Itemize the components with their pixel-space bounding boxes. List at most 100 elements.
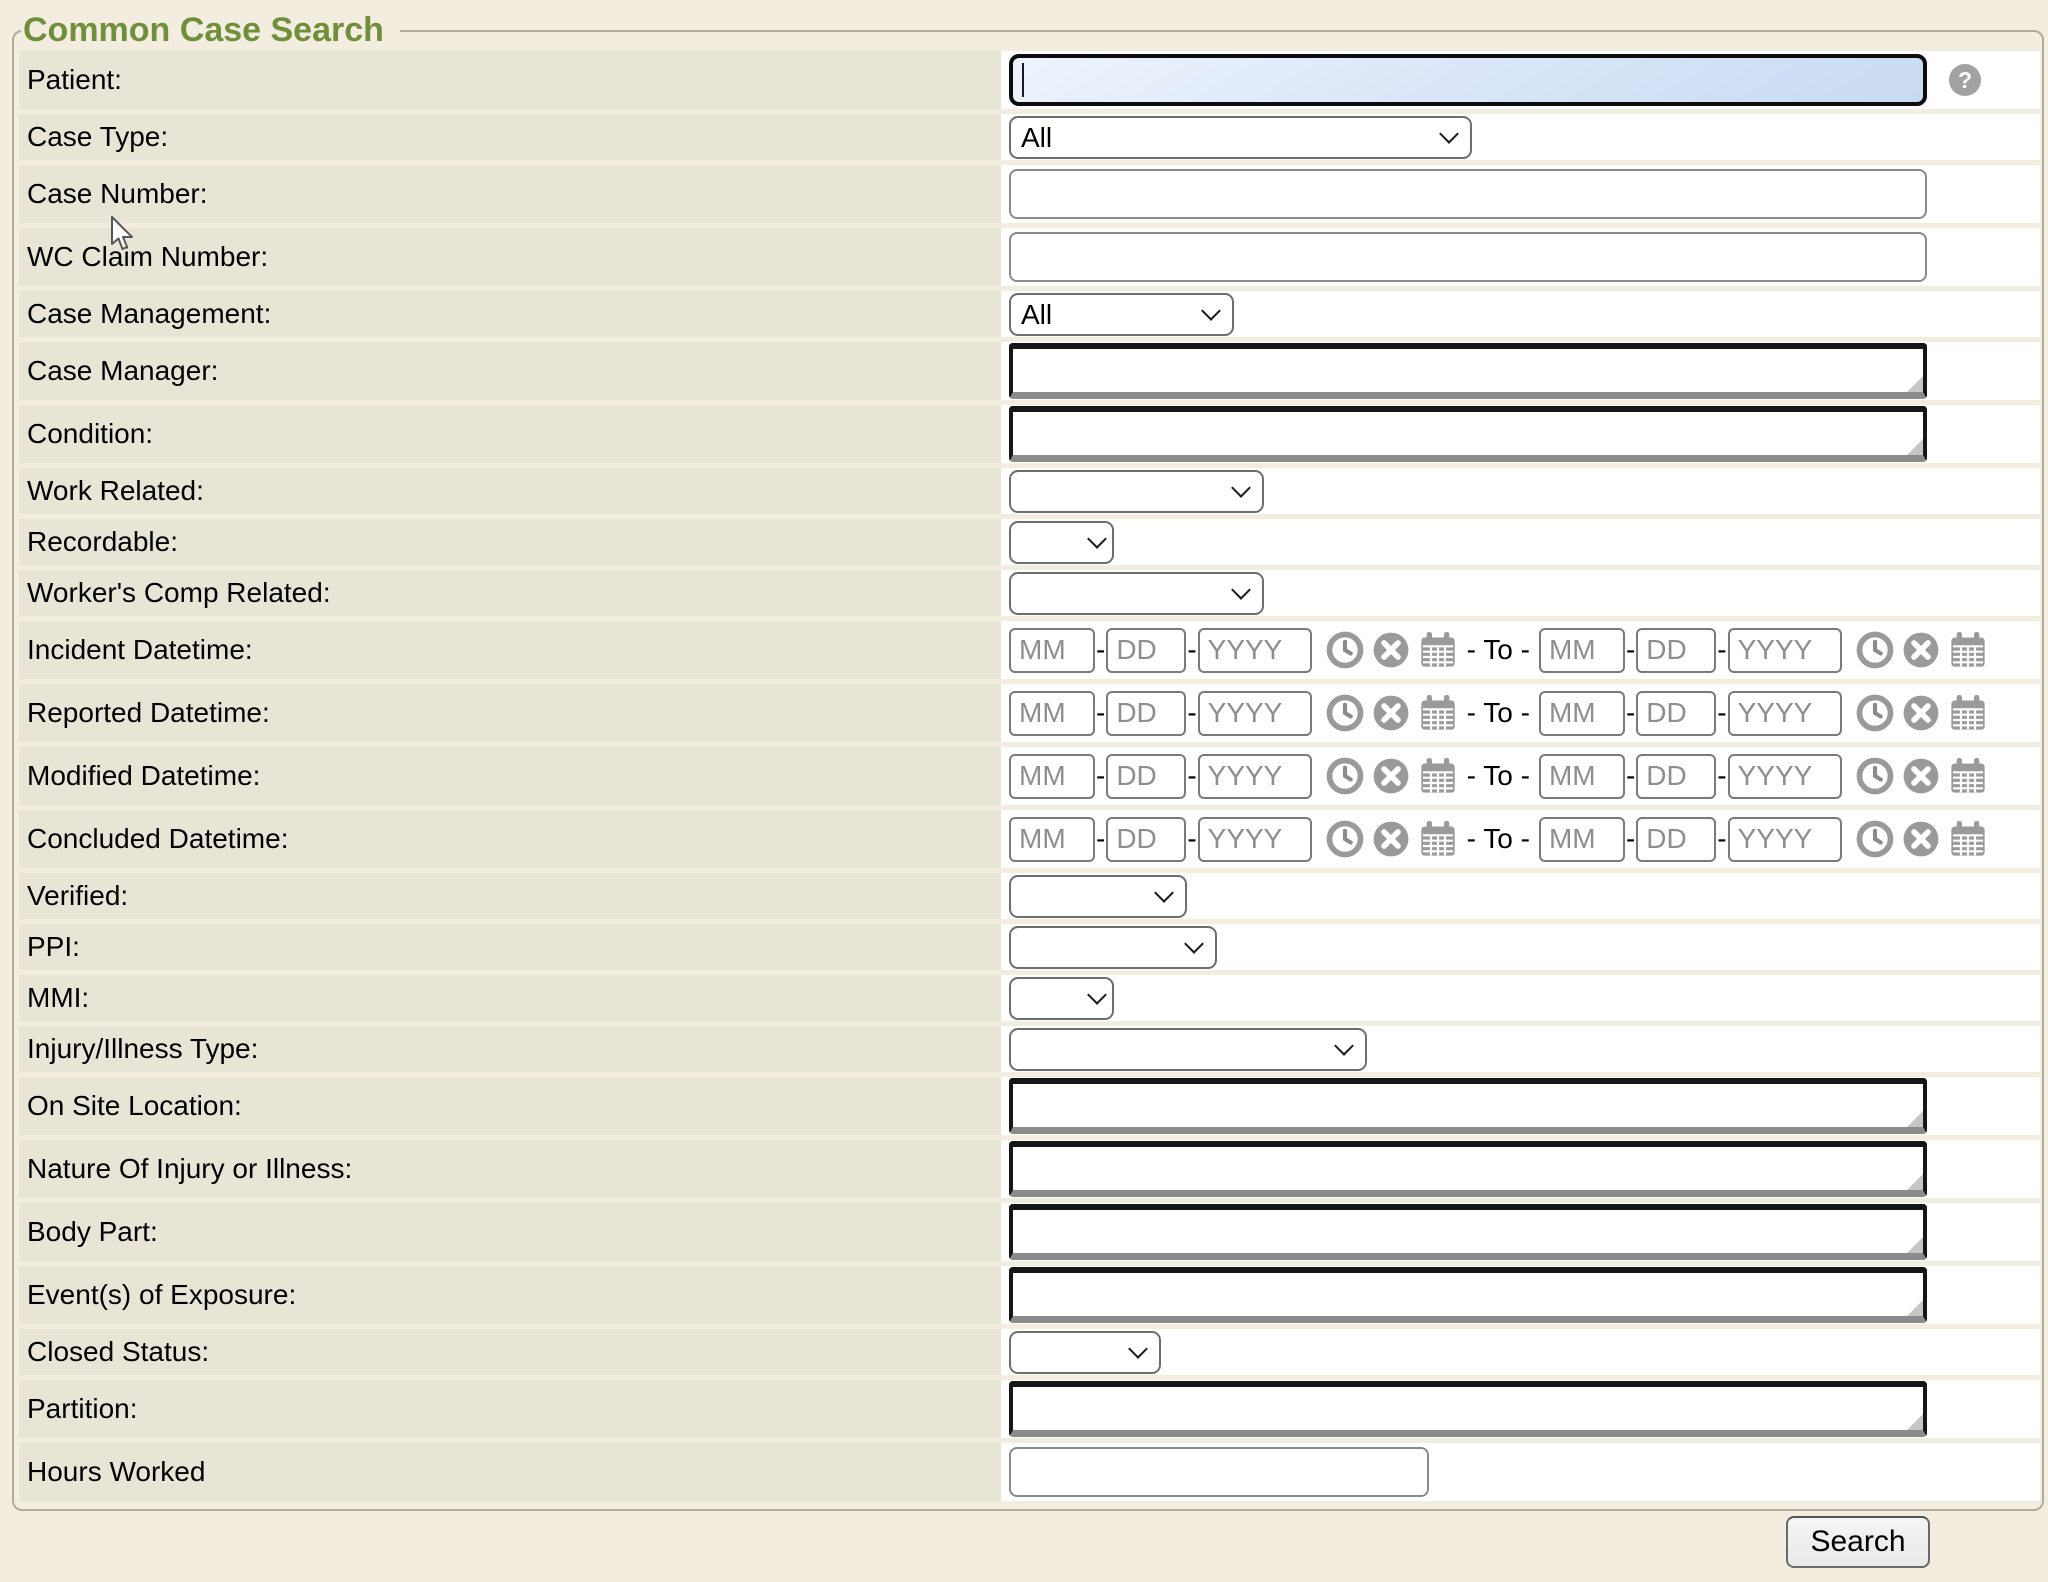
condition-label: Condition:	[19, 405, 1001, 463]
row-nature-of-injury: Nature Of Injury or Illness:	[19, 1140, 2040, 1198]
from-day-input[interactable]	[1106, 628, 1186, 673]
nature-of-injury-input[interactable]	[1009, 1141, 1927, 1197]
body-part-input[interactable]	[1009, 1204, 1927, 1260]
row-case-type: Case Type: All	[19, 114, 2040, 160]
workers-comp-related-select[interactable]	[1009, 572, 1264, 615]
case-type-select[interactable]: All	[1009, 116, 1472, 159]
condition-input[interactable]	[1009, 406, 1927, 462]
from-day-input[interactable]	[1106, 691, 1186, 736]
to-month-input[interactable]	[1539, 754, 1625, 799]
concluded-datetime-label: Concluded Datetime:	[19, 810, 1001, 868]
to-year-input[interactable]	[1728, 628, 1842, 673]
clear-date-icon[interactable]	[1902, 820, 1940, 858]
body-part-label: Body Part:	[19, 1203, 1001, 1261]
from-month-input[interactable]	[1009, 754, 1095, 799]
recordable-label: Recordable:	[19, 519, 1001, 565]
from-month-input[interactable]	[1009, 628, 1095, 673]
search-button[interactable]: Search	[1786, 1516, 1930, 1568]
to-month-input[interactable]	[1539, 628, 1625, 673]
ppi-select[interactable]	[1009, 926, 1217, 969]
to-year-input[interactable]	[1728, 817, 1842, 862]
time-picker-icon[interactable]	[1856, 820, 1894, 858]
date-separator: -	[1717, 697, 1726, 729]
row-case-management: Case Management: All	[19, 291, 2040, 337]
time-picker-icon[interactable]	[1326, 631, 1364, 669]
to-month-input[interactable]	[1539, 691, 1625, 736]
calendar-icon[interactable]	[1418, 693, 1458, 733]
to-year-input[interactable]	[1728, 754, 1842, 799]
from-year-input[interactable]	[1198, 754, 1312, 799]
case-type-label: Case Type:	[19, 114, 1001, 160]
row-condition: Condition:	[19, 405, 2040, 463]
case-management-select[interactable]: All	[1009, 293, 1234, 336]
to-year-input[interactable]	[1728, 691, 1842, 736]
row-case-number: Case Number:	[19, 165, 2040, 223]
concluded-datetime-range: - - - To - - -	[1009, 817, 1988, 862]
from-month-input[interactable]	[1009, 691, 1095, 736]
from-year-input[interactable]	[1198, 817, 1312, 862]
patient-label: Patient:	[19, 51, 1001, 109]
page-title: Common Case Search	[21, 12, 400, 49]
recordable-select[interactable]	[1009, 521, 1114, 564]
calendar-icon[interactable]	[1948, 630, 1988, 670]
calendar-icon[interactable]	[1418, 630, 1458, 670]
patient-input[interactable]	[1009, 54, 1927, 106]
time-picker-icon[interactable]	[1856, 757, 1894, 795]
mmi-select[interactable]	[1009, 977, 1114, 1020]
clear-date-icon[interactable]	[1902, 757, 1940, 795]
clear-date-icon[interactable]	[1372, 820, 1410, 858]
calendar-icon[interactable]	[1948, 756, 1988, 796]
from-year-input[interactable]	[1198, 691, 1312, 736]
hours-worked-input[interactable]	[1009, 1447, 1429, 1497]
time-picker-icon[interactable]	[1856, 631, 1894, 669]
from-year-input[interactable]	[1198, 628, 1312, 673]
clear-date-icon[interactable]	[1902, 694, 1940, 732]
to-day-input[interactable]	[1636, 628, 1716, 673]
closed-status-select[interactable]	[1009, 1331, 1161, 1374]
work-related-select[interactable]	[1009, 470, 1264, 513]
to-month-input[interactable]	[1539, 817, 1625, 862]
ppi-label: PPI:	[19, 924, 1001, 970]
clear-date-icon[interactable]	[1372, 631, 1410, 669]
calendar-icon[interactable]	[1418, 819, 1458, 859]
to-day-input[interactable]	[1636, 817, 1716, 862]
case-number-input[interactable]	[1009, 169, 1927, 219]
case-manager-input[interactable]	[1009, 343, 1927, 399]
time-picker-icon[interactable]	[1326, 694, 1364, 732]
row-modified-datetime: Modified Datetime: - - - To - - -	[19, 747, 2040, 805]
calendar-icon[interactable]	[1948, 693, 1988, 733]
reported-datetime-label: Reported Datetime:	[19, 684, 1001, 742]
calendar-icon[interactable]	[1418, 756, 1458, 796]
row-case-manager: Case Manager:	[19, 342, 2040, 400]
date-separator: -	[1626, 823, 1635, 855]
date-separator: -	[1717, 760, 1726, 792]
closed-status-label: Closed Status:	[19, 1329, 1001, 1375]
clear-date-icon[interactable]	[1372, 694, 1410, 732]
to-day-input[interactable]	[1636, 754, 1716, 799]
calendar-icon[interactable]	[1948, 819, 1988, 859]
row-ppi: PPI:	[19, 924, 2040, 970]
time-picker-icon[interactable]	[1326, 757, 1364, 795]
from-day-input[interactable]	[1106, 754, 1186, 799]
row-concluded-datetime: Concluded Datetime: - - - To - - -	[19, 810, 2040, 868]
on-site-location-input[interactable]	[1009, 1078, 1927, 1134]
row-verified: Verified:	[19, 873, 2040, 919]
from-day-input[interactable]	[1106, 817, 1186, 862]
time-picker-icon[interactable]	[1856, 694, 1894, 732]
verified-select[interactable]	[1009, 875, 1187, 918]
to-separator: - To -	[1467, 760, 1530, 792]
help-icon[interactable]: ?	[1949, 64, 1981, 96]
to-day-input[interactable]	[1636, 691, 1716, 736]
partition-input[interactable]	[1009, 1381, 1927, 1437]
injury-illness-type-select[interactable]	[1009, 1028, 1367, 1071]
text-caret	[1022, 63, 1024, 97]
row-body-part: Body Part:	[19, 1203, 2040, 1261]
clear-date-icon[interactable]	[1902, 631, 1940, 669]
row-patient: Patient: ?	[19, 51, 2040, 109]
time-picker-icon[interactable]	[1326, 820, 1364, 858]
events-of-exposure-input[interactable]	[1009, 1267, 1927, 1323]
wc-claim-number-input[interactable]	[1009, 232, 1927, 282]
clear-date-icon[interactable]	[1372, 757, 1410, 795]
from-month-input[interactable]	[1009, 817, 1095, 862]
date-separator: -	[1717, 634, 1726, 666]
